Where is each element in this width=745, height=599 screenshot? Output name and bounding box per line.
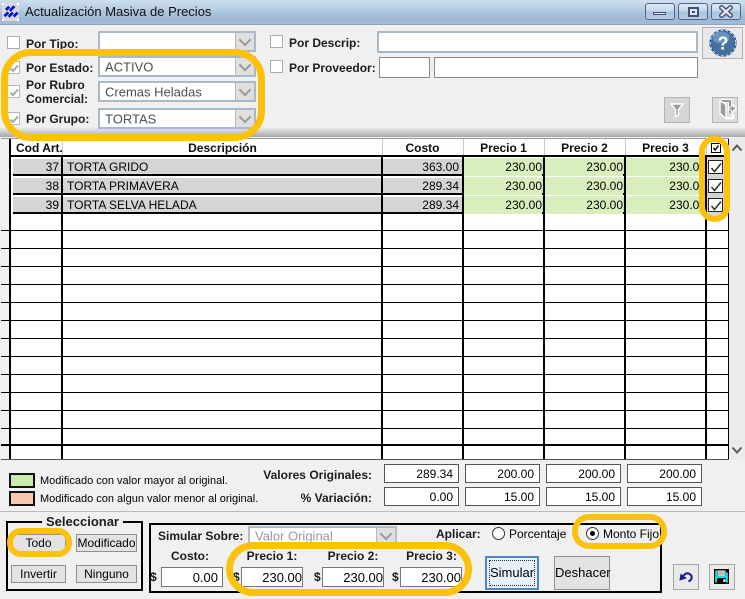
svg-text:?: ?: [718, 34, 729, 54]
